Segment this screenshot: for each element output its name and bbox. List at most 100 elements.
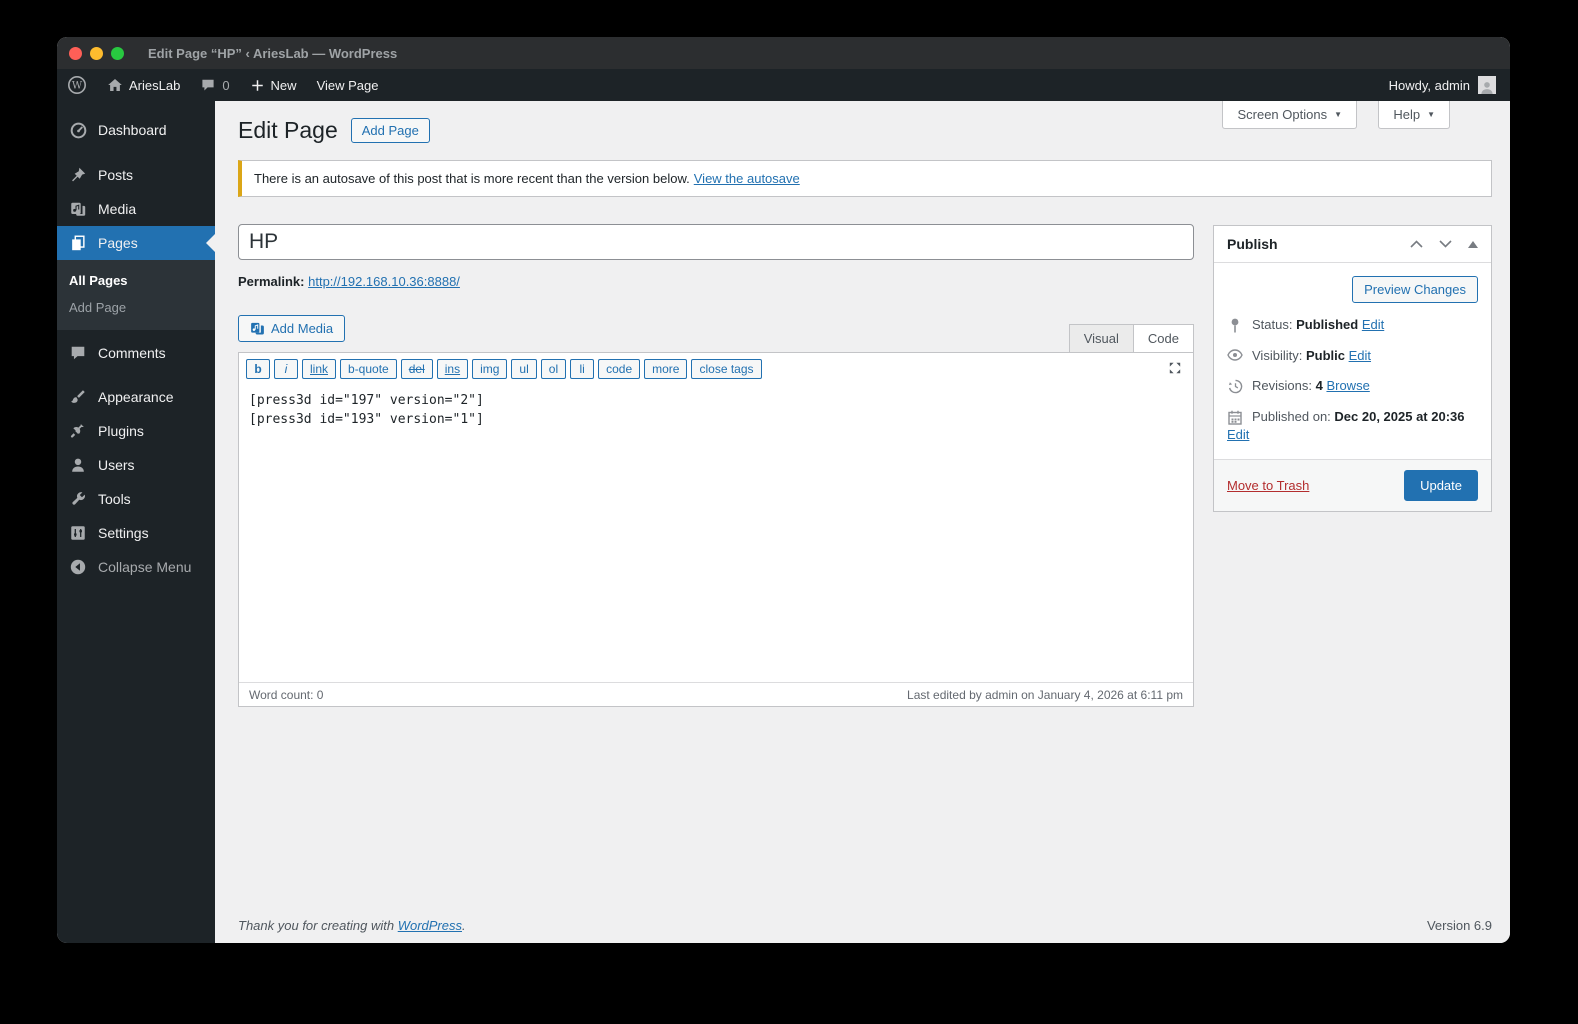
avatar[interactable] bbox=[1478, 76, 1496, 94]
sidebar-item-appearance[interactable]: Appearance bbox=[57, 380, 215, 414]
visual-tab[interactable]: Visual bbox=[1068, 324, 1133, 353]
dashboard-icon bbox=[68, 120, 88, 140]
qt-blockquote-button[interactable]: b-quote bbox=[340, 358, 397, 379]
text-editor: b i link b-quote del ins img ul ol li co… bbox=[238, 352, 1194, 707]
admin-sidebar: Dashboard Posts Media Pages All Pages Ad… bbox=[57, 101, 215, 943]
comments-count: 0 bbox=[222, 77, 230, 93]
edit-visibility-link[interactable]: Edit bbox=[1349, 348, 1371, 363]
sidebar-item-tools[interactable]: Tools bbox=[57, 482, 215, 516]
sidebar-item-settings[interactable]: Settings bbox=[57, 516, 215, 550]
site-name-link[interactable]: AriesLab bbox=[97, 69, 190, 101]
add-media-button[interactable]: Add Media bbox=[238, 315, 346, 342]
content-area: Screen Options ▼ Help ▼ Edit Page Add Pa… bbox=[215, 101, 1510, 943]
wordpress-logo-menu[interactable]: W bbox=[57, 69, 97, 101]
media-icon bbox=[251, 322, 264, 335]
fullscreen-icon[interactable] bbox=[1167, 360, 1183, 381]
comments-icon bbox=[68, 343, 88, 363]
sidebar-item-collapse-menu[interactable]: Collapse Menu bbox=[57, 550, 215, 584]
post-title-input[interactable] bbox=[238, 224, 1194, 260]
sidebar-subitem-add-page[interactable]: Add Page bbox=[57, 294, 215, 321]
page-title: Edit Page bbox=[238, 117, 338, 143]
view-page-link[interactable]: View Page bbox=[307, 69, 389, 101]
last-edited: Last edited by admin on January 4, 2026 … bbox=[907, 687, 1183, 702]
visibility-eye-icon bbox=[1227, 349, 1243, 361]
pushpin-icon bbox=[68, 165, 88, 185]
quicktags-toolbar: b i link b-quote del ins img ul ol li co… bbox=[239, 353, 1193, 384]
add-page-button[interactable]: Add Page bbox=[350, 118, 430, 143]
qt-img-button[interactable]: img bbox=[472, 358, 508, 379]
move-to-trash-link[interactable]: Move to Trash bbox=[1227, 478, 1309, 493]
pages-submenu: All Pages Add Page bbox=[57, 260, 215, 330]
media-icon bbox=[68, 199, 88, 219]
editor-statusbar: Word count: 0 Last edited by admin on Ja… bbox=[239, 682, 1193, 706]
settings-sliders-icon bbox=[68, 523, 88, 543]
qt-close-tags-button[interactable]: close tags bbox=[691, 358, 762, 379]
plus-icon bbox=[251, 79, 263, 91]
qt-italic-button[interactable]: i bbox=[274, 358, 298, 379]
howdy-account-link[interactable]: Howdy, admin bbox=[1389, 78, 1470, 93]
move-up-icon[interactable] bbox=[1410, 240, 1423, 248]
publish-metabox: Publish Preview Changes Status: Publishe… bbox=[1213, 225, 1492, 512]
footer-thanks: Thank you for creating with WordPress. bbox=[238, 918, 466, 933]
qt-ul-button[interactable]: ul bbox=[511, 358, 537, 379]
sidebar-item-pages[interactable]: Pages bbox=[57, 226, 215, 260]
sidebar-item-users[interactable]: Users bbox=[57, 448, 215, 482]
post-content-textarea[interactable] bbox=[239, 384, 1193, 682]
svg-text:W: W bbox=[72, 81, 83, 92]
qt-bold-button[interactable]: b bbox=[246, 358, 270, 379]
qt-li-button[interactable]: li bbox=[570, 358, 595, 379]
qt-link-button[interactable]: link bbox=[302, 358, 337, 379]
zoom-window-button[interactable] bbox=[111, 46, 124, 60]
pages-icon bbox=[68, 233, 88, 253]
wordpress-logo-icon: W bbox=[68, 76, 86, 94]
footer-version: Version 6.9 bbox=[1426, 918, 1492, 933]
sidebar-item-plugins[interactable]: Plugins bbox=[57, 414, 215, 448]
qt-code-button[interactable]: code bbox=[598, 358, 641, 379]
autosave-notice: There is an autosave of this post that i… bbox=[238, 160, 1492, 197]
status-pin-icon bbox=[1227, 318, 1243, 333]
user-silhouette-icon bbox=[1481, 82, 1493, 94]
sidebar-item-comments[interactable]: Comments bbox=[57, 336, 215, 370]
brush-icon bbox=[68, 387, 88, 407]
close-window-button[interactable] bbox=[69, 46, 82, 60]
qt-ins-button[interactable]: ins bbox=[436, 358, 469, 379]
macos-titlebar: Edit Page “HP” ‹ AriesLab — WordPress bbox=[57, 37, 1510, 69]
edit-status-link[interactable]: Edit bbox=[1362, 317, 1384, 332]
word-count: Word count: 0 bbox=[249, 687, 324, 702]
sidebar-item-posts[interactable]: Posts bbox=[57, 158, 215, 192]
new-content-menu[interactable]: New bbox=[240, 69, 307, 101]
comments-bubble-link[interactable]: 0 bbox=[190, 69, 239, 101]
update-button[interactable]: Update bbox=[1404, 470, 1478, 501]
calendar-icon bbox=[1227, 410, 1243, 425]
sidebar-subitem-all-pages[interactable]: All Pages bbox=[57, 267, 215, 294]
wordpress-admin-window: Edit Page “HP” ‹ AriesLab — WordPress W … bbox=[57, 37, 1510, 943]
comment-bubble-icon bbox=[202, 79, 214, 91]
browse-revisions-link[interactable]: Browse bbox=[1326, 378, 1369, 393]
minimize-window-button[interactable] bbox=[90, 46, 103, 60]
toggle-panel-icon[interactable] bbox=[1468, 240, 1478, 248]
permalink: Permalink: http://192.168.10.36:8888/ bbox=[238, 274, 460, 289]
wordpress-link[interactable]: WordPress bbox=[398, 918, 462, 933]
permalink-link[interactable]: http://192.168.10.36:8888/ bbox=[308, 274, 460, 289]
chevron-down-icon: ▼ bbox=[1334, 110, 1342, 119]
window-title: Edit Page “HP” ‹ AriesLab — WordPress bbox=[148, 45, 398, 61]
help-tab[interactable]: Help ▼ bbox=[1378, 101, 1450, 129]
qt-del-button[interactable]: del bbox=[400, 358, 433, 379]
collapse-arrow-icon bbox=[68, 557, 88, 577]
sidebar-item-dashboard[interactable]: Dashboard bbox=[57, 113, 215, 147]
qt-ol-button[interactable]: ol bbox=[540, 358, 567, 379]
edit-published-date-link[interactable]: Edit bbox=[1227, 427, 1249, 442]
user-icon bbox=[68, 455, 88, 475]
plug-icon bbox=[68, 421, 88, 441]
move-down-icon[interactable] bbox=[1439, 240, 1452, 248]
code-tab[interactable]: Code bbox=[1132, 324, 1194, 353]
wrench-icon bbox=[68, 489, 88, 509]
publish-title: Publish bbox=[1227, 236, 1278, 252]
screen-options-tab[interactable]: Screen Options ▼ bbox=[1222, 101, 1357, 129]
sidebar-item-media[interactable]: Media bbox=[57, 192, 215, 226]
chevron-down-icon: ▼ bbox=[1427, 110, 1435, 119]
qt-more-button[interactable]: more bbox=[644, 358, 688, 379]
home-icon bbox=[108, 79, 122, 91]
preview-changes-button[interactable]: Preview Changes bbox=[1352, 276, 1478, 303]
view-autosave-link[interactable]: View the autosave bbox=[694, 171, 800, 186]
